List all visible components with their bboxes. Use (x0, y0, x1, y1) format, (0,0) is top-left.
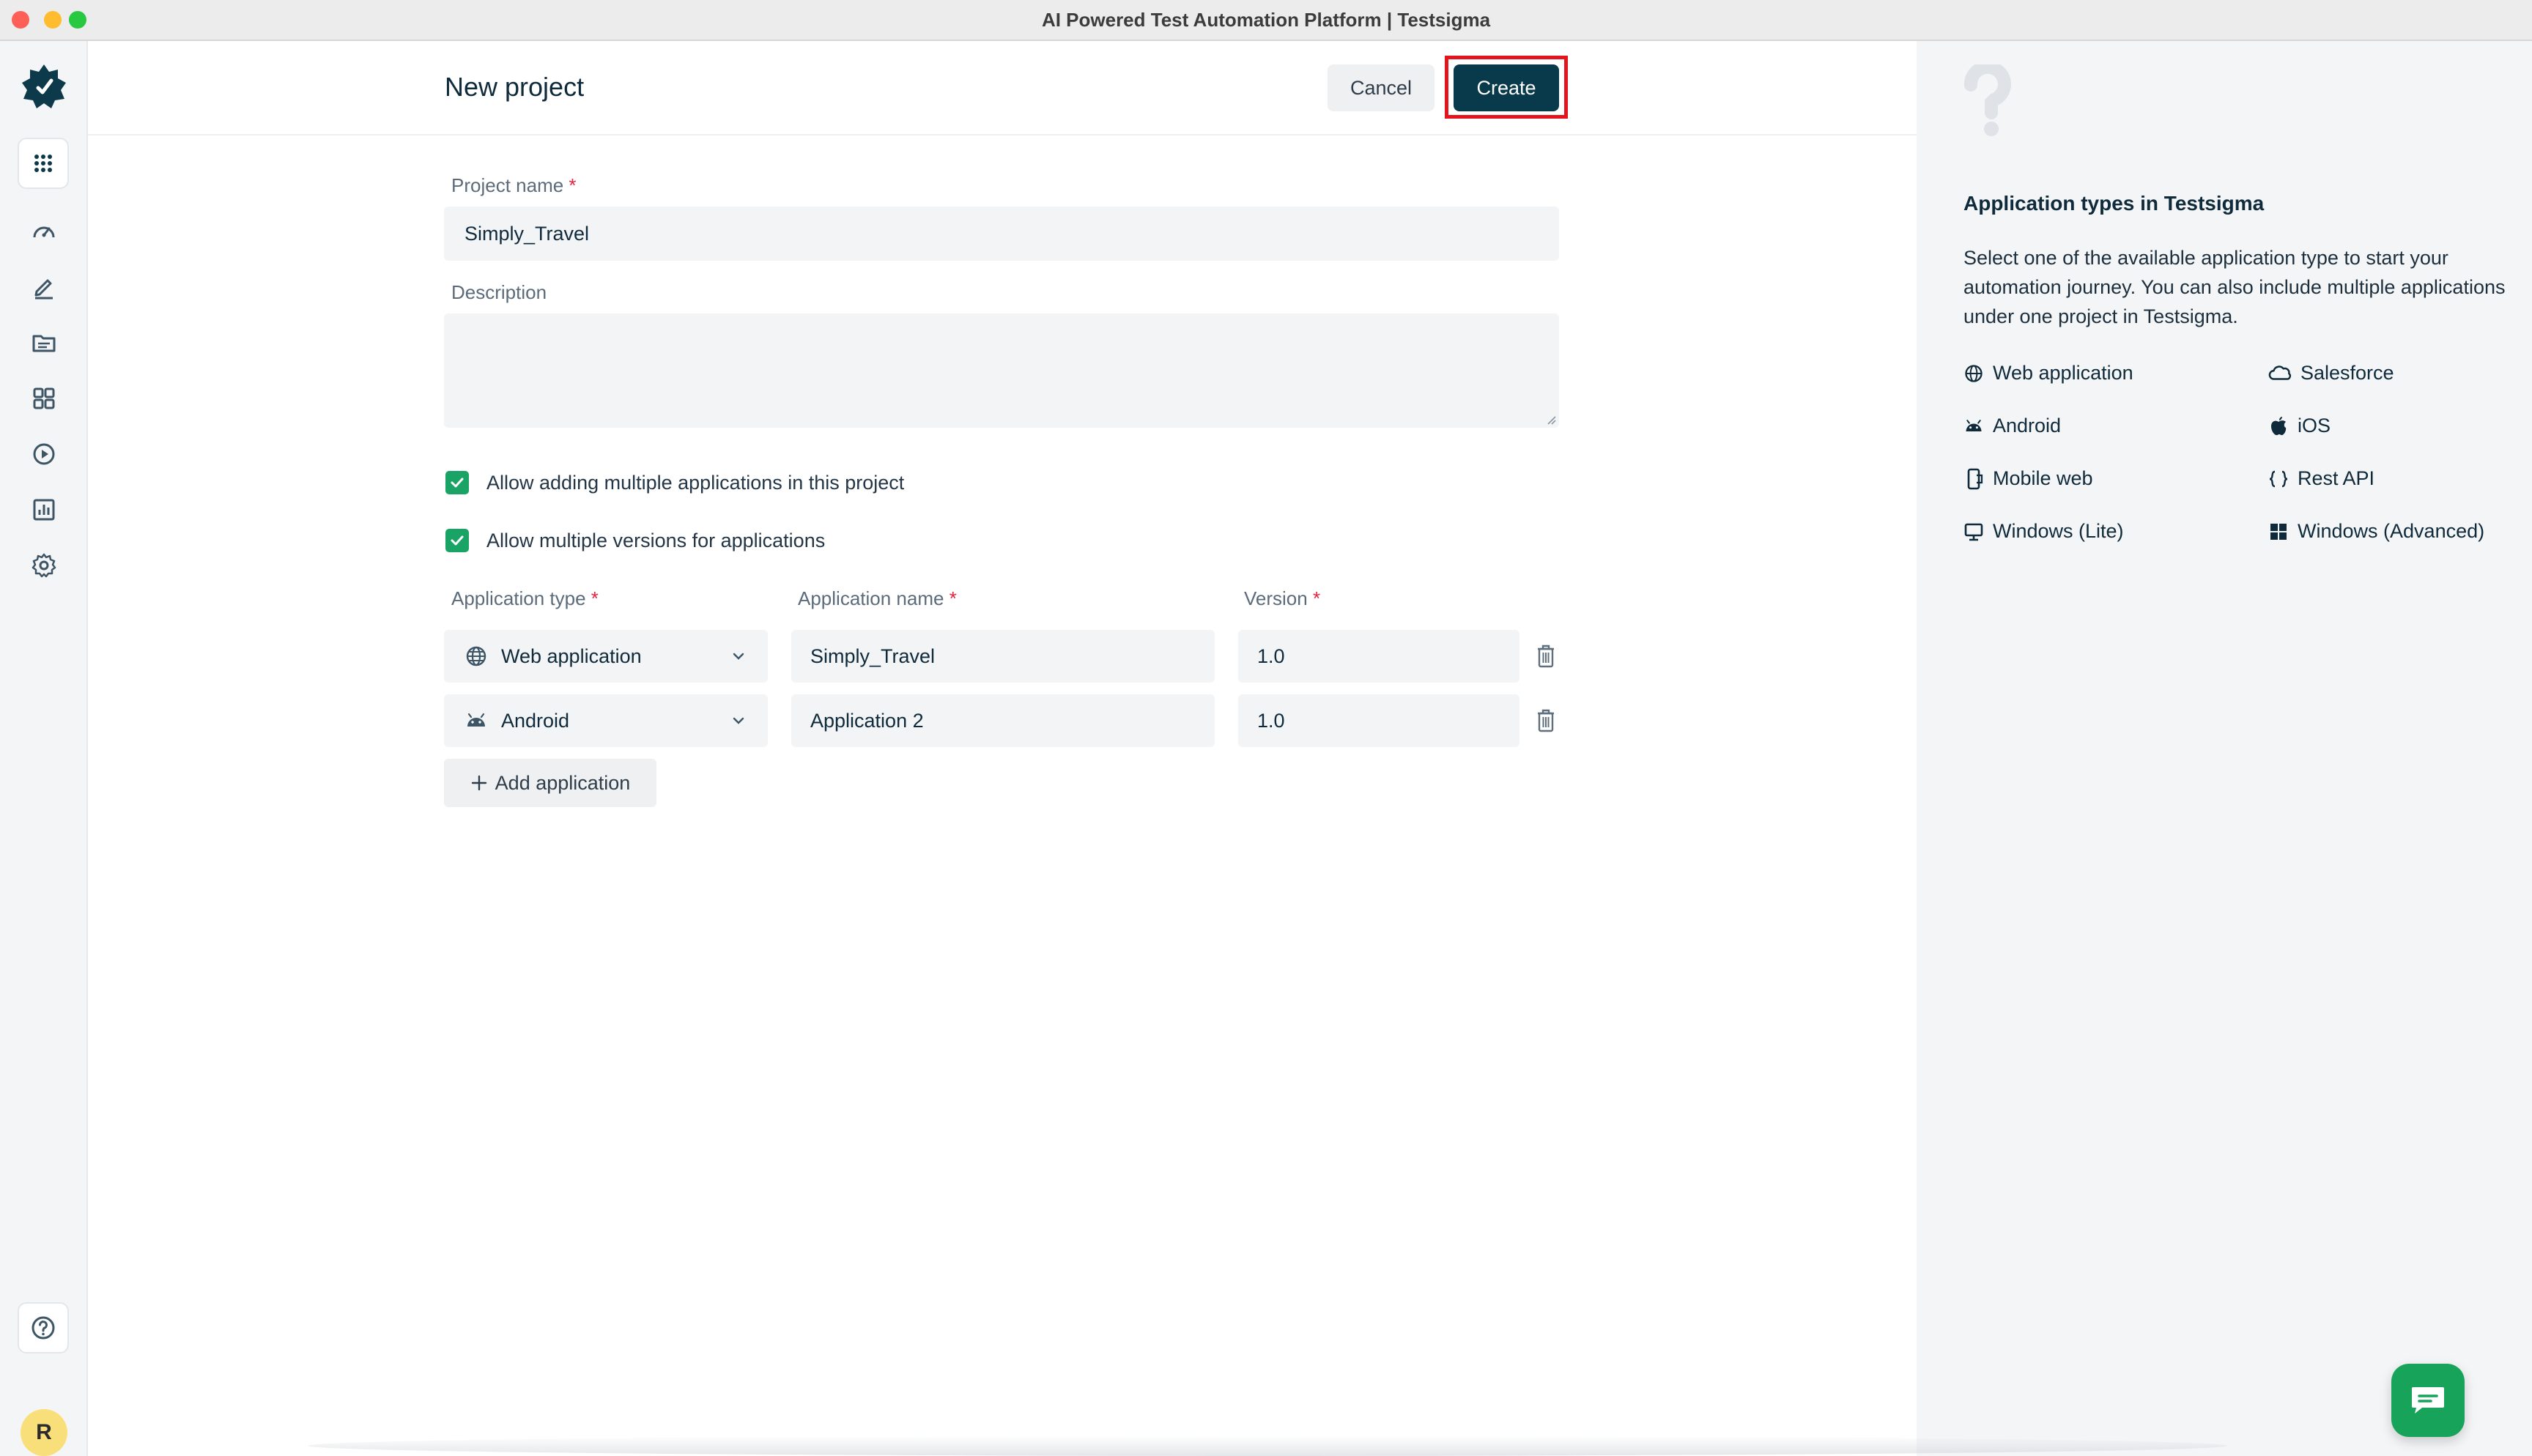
version-value: 1.0 (1257, 645, 1285, 667)
reports-chart-icon (33, 499, 55, 521)
resize-handle-icon[interactable] (1544, 413, 1556, 425)
app-type-ios: iOS (2268, 415, 2331, 437)
android-icon (467, 713, 485, 727)
multiple-versions-label[interactable]: Allow multiple versions for applications (486, 530, 825, 552)
header-divider (88, 134, 1917, 135)
sidebar-item-test-cases[interactable] (26, 270, 62, 305)
help-panel-description: Select one of the available application … (1963, 247, 2506, 327)
application-type-value: Web application (501, 645, 642, 667)
braces-icon (2269, 470, 2288, 487)
application-type-select[interactable]: Web application (444, 630, 768, 683)
windows-icon (2270, 523, 2287, 540)
plus-icon (471, 775, 486, 791)
description-label: Description (451, 281, 547, 303)
question-mark-illustration-icon (1964, 64, 2011, 136)
user-avatar[interactable]: R (21, 1409, 67, 1456)
help-question-icon (32, 1316, 55, 1340)
delete-trash-icon[interactable] (1534, 708, 1558, 733)
cancel-button[interactable]: Cancel (1328, 64, 1435, 111)
project-name-input[interactable]: Simply_Travel (444, 207, 1559, 261)
app-type-rest-api: Rest API (2268, 467, 2374, 490)
app-type-android: Android (1963, 415, 2061, 437)
app-type-web-application: Web application (1963, 362, 2133, 385)
app-type-windows-lite: Windows (Lite) (1963, 520, 2124, 543)
sidebar-item-apps[interactable] (18, 138, 69, 189)
application-name-value: Application 2 (810, 709, 924, 732)
application-name-header: Application name * (798, 587, 957, 609)
edit-pencil-icon (34, 279, 53, 300)
application-type-value: Android (501, 709, 570, 732)
bottom-fade (308, 1435, 2227, 1456)
chevron-down-icon (733, 653, 744, 660)
sidebar-item-runs[interactable] (26, 437, 62, 472)
sidebar-item-modules[interactable] (26, 381, 62, 416)
run-play-icon (33, 443, 55, 465)
add-application-button[interactable]: Add application (444, 759, 656, 807)
modules-grid-icon (33, 387, 55, 409)
folder-icon (32, 335, 56, 352)
description-textarea[interactable] (444, 313, 1559, 428)
android-icon (1966, 419, 1982, 431)
window-titlebar: AI Powered Test Automation Platform | Te… (0, 0, 2532, 41)
checkmark-icon (451, 535, 464, 546)
version-input[interactable]: 1.0 (1238, 694, 1519, 747)
settings-gear-icon (32, 553, 56, 578)
window-title: AI Powered Test Automation Platform | Te… (1041, 9, 1491, 31)
sidebar-item-settings[interactable] (26, 548, 62, 583)
checkmark-icon (451, 478, 464, 488)
project-name-value: Simply_Travel (464, 222, 590, 245)
multiple-apps-checkbox[interactable] (445, 471, 469, 494)
app-type-salesforce: Salesforce (2268, 362, 2394, 385)
delete-trash-icon[interactable] (1534, 644, 1558, 669)
dashboard-gauge-icon (33, 226, 55, 238)
sidebar-item-reports[interactable] (26, 492, 62, 527)
application-name-value: Simply_Travel (810, 645, 936, 667)
add-application-label: Add application (495, 771, 631, 794)
sidebar-item-help[interactable] (18, 1302, 69, 1353)
project-name-label: Project name * (451, 174, 577, 196)
globe-icon (1965, 364, 1983, 382)
chevron-down-icon (733, 717, 744, 724)
application-name-input[interactable]: Simply_Travel (791, 630, 1215, 683)
testsigma-logo-icon[interactable] (21, 63, 67, 110)
mobile-icon (1967, 468, 1983, 489)
chat-icon (2412, 1387, 2444, 1414)
sidebar-item-test-data[interactable] (26, 325, 62, 360)
application-name-input[interactable]: Application 2 (791, 694, 1215, 747)
apps-grid-icon (34, 155, 52, 172)
page-title: New project (445, 72, 585, 102)
version-value: 1.0 (1257, 709, 1285, 732)
create-button[interactable]: Create (1454, 64, 1559, 111)
multiple-versions-checkbox[interactable] (445, 529, 469, 552)
monitor-icon (1964, 523, 1983, 541)
apple-icon (2271, 416, 2287, 435)
app-type-windows-advanced: Windows (Advanced) (2268, 520, 2484, 543)
globe-icon (466, 646, 486, 666)
application-type-header: Application type * (451, 587, 599, 609)
help-panel-title: Application types in Testsigma (1963, 192, 2265, 215)
version-input[interactable]: 1.0 (1238, 630, 1519, 683)
application-type-select[interactable]: Android (444, 694, 768, 747)
left-sidebar: R (0, 41, 88, 1456)
version-header: Version * (1244, 587, 1321, 609)
chat-support-button[interactable] (2391, 1364, 2465, 1437)
cloud-icon (2268, 365, 2291, 380)
sidebar-item-dashboard[interactable] (26, 214, 62, 249)
multiple-apps-label[interactable]: Allow adding multiple applications in th… (486, 472, 904, 494)
app-type-mobile-web: Mobile web (1963, 467, 2093, 490)
